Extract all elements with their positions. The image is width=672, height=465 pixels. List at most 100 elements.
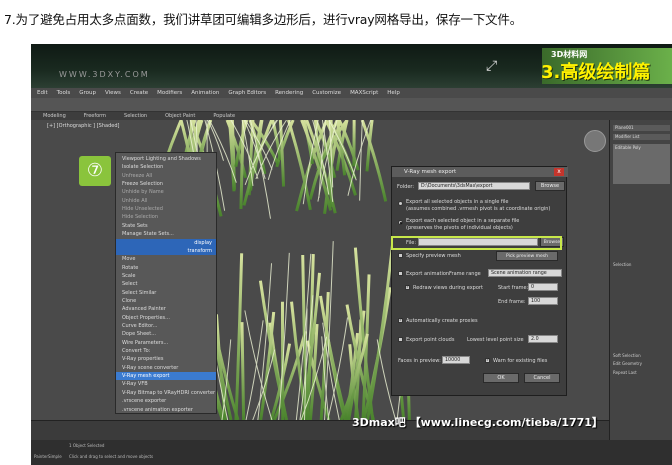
soft-selection-rollout[interactable]: Soft Selection (613, 353, 641, 358)
context-menu-item[interactable]: Hide Selection (116, 213, 216, 221)
menu-item[interactable]: Views (105, 90, 121, 96)
ribbon-tab[interactable]: Selection (124, 113, 147, 119)
export-animation-checkbox[interactable] (398, 271, 403, 276)
grass-blade (240, 322, 246, 420)
menu-item[interactable]: Rendering (275, 90, 303, 96)
context-menu-item[interactable]: V-Ray VFB (116, 380, 216, 388)
frame-range-select[interactable]: Scene animation range (488, 269, 562, 277)
menu-item[interactable]: Modifiers (157, 90, 182, 96)
export-animation-label: Export animation (406, 271, 450, 277)
menu-item[interactable]: Edit (37, 90, 48, 96)
menu-item[interactable]: Tools (57, 90, 71, 96)
folder-browse-button[interactable]: Browse (535, 181, 565, 191)
export-points-checkbox[interactable] (398, 337, 403, 342)
cancel-button[interactable]: Cancel (524, 373, 560, 383)
context-menu-item[interactable]: V-Ray scene converter (116, 364, 216, 372)
folder-input[interactable]: D:\Documents\3dsMax\export (418, 182, 530, 190)
editable-poly[interactable]: Editable Poly (615, 145, 641, 150)
separate-files-radio[interactable] (398, 220, 403, 225)
grass-blade (278, 120, 286, 187)
menu-item[interactable]: Customize (312, 90, 341, 96)
selection-rollout[interactable]: Selection (613, 262, 631, 267)
command-panel: Plane001 Modifier List Editable Poly Sel… (609, 120, 672, 465)
context-menu-item[interactable]: Curve Editor... (116, 322, 216, 330)
modifier-stack[interactable]: Editable Poly (613, 144, 670, 184)
context-menu-item[interactable]: V-Ray properties (116, 355, 216, 363)
warn-checkbox[interactable]: ✓ (485, 358, 490, 363)
menu-item[interactable]: Graph Editors (228, 90, 266, 96)
vray-mesh-export-dialog: V-Ray mesh export x Folder: D:\Documents… (391, 166, 568, 396)
context-menu-item[interactable]: Object Properties... (116, 314, 216, 322)
context-menu-item[interactable]: Wire Parameters... (116, 339, 216, 347)
auto-proxies-checkbox[interactable]: ✓ (398, 318, 403, 323)
faces-input[interactable]: 10000 (442, 356, 470, 364)
menu-item[interactable]: Group (79, 90, 96, 96)
menu-item[interactable]: MAXScript (350, 90, 378, 96)
separate-files-note: (preserves the pivots of individual obje… (406, 225, 513, 231)
main-toolbar (31, 98, 672, 112)
faces-label: Faces in preview: (398, 358, 441, 364)
object-name-field[interactable]: Plane001 (613, 125, 670, 131)
menu-item[interactable]: Animation (191, 90, 219, 96)
specify-preview-checkbox[interactable] (398, 253, 403, 258)
single-file-label: Export all selected objects in a single … (406, 199, 509, 205)
menu-item[interactable]: Help (387, 90, 400, 96)
context-menu-item[interactable]: Unfreeze All (116, 172, 216, 180)
context-menu-item[interactable]: Select (116, 280, 216, 288)
context-menu-item[interactable]: Advanced Painter (116, 305, 216, 313)
ribbon-tab[interactable]: Modeling (43, 113, 66, 119)
ribbon-tab[interactable]: Populate (213, 113, 235, 119)
context-menu-item[interactable]: Hide Unselected (116, 205, 216, 213)
quad-context-menu: Viewport Lighting and Shadows Isolate Sel… (115, 152, 217, 414)
context-menu-item[interactable]: Manage State Sets... (116, 230, 216, 238)
start-frame-input[interactable]: 0 (528, 283, 558, 291)
context-menu-item[interactable]: V-Ray Bitmap to VRayHDRI converter (116, 389, 216, 397)
grass-blade (245, 320, 264, 420)
script-listener[interactable]: PainterSimple (34, 454, 62, 459)
specify-preview-label: Specify preview mesh (406, 253, 461, 259)
context-menu-item[interactable]: V-Ray mesh export (116, 372, 216, 381)
ribbon-tab[interactable]: Freeform (84, 113, 106, 119)
context-menu-item[interactable]: transform (116, 246, 216, 255)
edit-geometry-rollout[interactable]: Edit Geometry (613, 361, 642, 366)
viewport-label[interactable]: [+] [Orthographic ] [Shaded] (47, 123, 119, 129)
context-menu-item[interactable]: Scale (116, 272, 216, 280)
status-bar: 1 Object Selected PainterSimple Click an… (31, 440, 672, 465)
context-menu-item[interactable]: Unhide by Name (116, 188, 216, 196)
redraw-checkbox[interactable]: ✓ (405, 285, 410, 290)
context-menu-item[interactable]: State Sets (116, 222, 216, 230)
context-menu-item[interactable]: Select Similar (116, 289, 216, 297)
context-menu-item[interactable]: Dope Sheet... (116, 330, 216, 338)
context-menu-item[interactable]: display (116, 238, 216, 247)
context-menu-item[interactable]: Rotate (116, 264, 216, 272)
end-frame-input[interactable]: 100 (528, 297, 558, 305)
export-points-label: Export point clouds (406, 337, 455, 343)
context-menu-item[interactable]: Convert To: (116, 347, 216, 355)
grass-blade (360, 120, 388, 202)
warn-label: Warn for existing files (493, 358, 548, 364)
context-menu-item[interactable]: .vrscene exporter (116, 397, 216, 405)
pick-preview-button[interactable]: Pick preview mesh (496, 251, 558, 261)
context-menu-item[interactable]: Unhide All (116, 197, 216, 205)
menu-item[interactable]: Create (130, 90, 148, 96)
viewcube-icon[interactable] (584, 130, 606, 152)
context-menu-item[interactable]: Freeze Selection (116, 180, 216, 188)
expand-icon: ⤢ (486, 58, 498, 74)
modifier-list[interactable]: Modifier List (613, 134, 670, 140)
context-menu-item[interactable]: .vrscene animation exporter (116, 406, 216, 414)
logo-title: 3.高级绘制篇 (541, 62, 651, 83)
banner: WWW.3DXY.COM ⤢ 3D材料网 3.高级绘制篇 (31, 44, 672, 88)
context-menu-item[interactable]: Move (116, 255, 216, 263)
close-button[interactable]: x (554, 168, 564, 176)
screenshot-frame: WWW.3DXY.COM ⤢ 3D材料网 3.高级绘制篇 Edit Tools Gr… (31, 44, 672, 465)
lowest-level-input[interactable]: 2.0 (528, 335, 558, 343)
selection-status: 1 Object Selected (69, 443, 105, 448)
context-menu-item[interactable]: Isolate Selection (116, 163, 216, 171)
ribbon-tab[interactable]: Object Paint (165, 113, 195, 119)
context-menu-item[interactable]: Viewport Lighting and Shadows (116, 155, 216, 163)
context-menu-item[interactable]: Clone (116, 297, 216, 305)
single-file-radio[interactable] (398, 201, 403, 206)
prompt-line: Click and drag to select and move object… (69, 454, 154, 459)
ok-button[interactable]: OK (483, 373, 519, 383)
repeat-last-button[interactable]: Repeat Last (613, 370, 637, 375)
